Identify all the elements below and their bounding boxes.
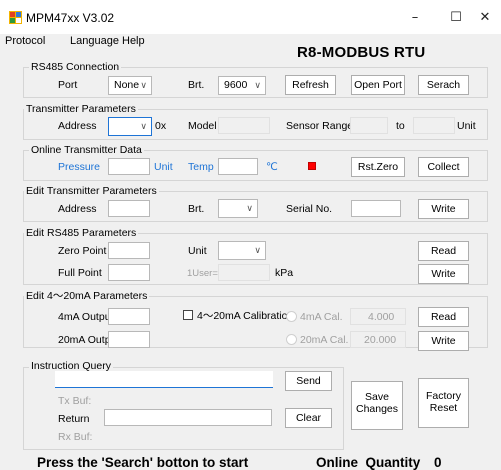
model-label: Model	[188, 120, 217, 132]
search-button[interactable]: Serach	[418, 75, 469, 95]
output-4ma-input[interactable]	[108, 308, 150, 325]
write-4-20ma-button[interactable]: Write	[418, 331, 469, 351]
minimize-button[interactable]: –	[400, 6, 430, 30]
chevron-down-icon: ∨	[254, 245, 261, 255]
read-4-20ma-button[interactable]: Read	[418, 307, 469, 327]
rx-buf-label: Rx Buf:	[58, 431, 93, 443]
address-hex-prefix: 0x	[155, 120, 167, 132]
instruction-input[interactable]	[55, 371, 273, 388]
cal-4ma-value: 4.000	[368, 311, 395, 323]
cal-4ma-label: 4mA Cal.	[300, 311, 343, 323]
kpa-label: kPa	[275, 267, 294, 279]
rs485-connection-label: RS485 Connection	[29, 61, 122, 73]
output-4ma-label: 4mA Output	[58, 311, 114, 323]
menu-help[interactable]: Help	[122, 35, 145, 47]
temp-field	[218, 158, 258, 175]
clear-button[interactable]: Clear	[285, 408, 332, 428]
save-changes-button[interactable]: Save Changes	[351, 381, 403, 430]
edit-address-label: Address	[58, 203, 97, 215]
model-field	[218, 117, 270, 134]
return-label: Return	[58, 413, 90, 425]
full-point-input[interactable]	[108, 264, 150, 281]
address-select[interactable]: ∨	[108, 117, 152, 136]
send-button[interactable]: Send	[285, 371, 332, 391]
edit-brt-select[interactable]: ∨	[218, 199, 258, 218]
cal-4ma-radio[interactable]	[286, 311, 297, 322]
return-field	[104, 409, 272, 426]
close-button[interactable]: ✕	[470, 6, 500, 30]
edit-rs485-label: Edit RS485 Parameters	[24, 227, 139, 239]
rs485-unit-select[interactable]: ∨	[218, 241, 266, 260]
output-20ma-input[interactable]	[108, 331, 150, 348]
address-label: Address	[58, 120, 97, 132]
rst-zero-button[interactable]: Rst.Zero	[351, 157, 405, 177]
port-label: Port	[58, 79, 78, 91]
app-icon	[9, 11, 22, 24]
serial-no-input[interactable]	[351, 200, 401, 217]
cal-20ma-label: 20mA Cal.	[300, 334, 349, 346]
pressure-unit-label: Unit	[154, 161, 173, 173]
baud-label: Brt.	[188, 79, 205, 91]
range-min-field	[350, 117, 388, 134]
edit-4-20ma-label: Edit 4～20mA Parameters	[24, 290, 150, 302]
rs485-unit-label: Unit	[188, 245, 207, 257]
user-ratio-field	[218, 264, 270, 281]
calibration-checkbox[interactable]	[183, 310, 193, 320]
tx-buf-label: Tx Buf:	[58, 395, 92, 407]
write-rs485-button[interactable]: Write	[418, 264, 469, 284]
port-select[interactable]: None ∨	[108, 76, 152, 95]
cal-20ma-radio[interactable]	[286, 334, 297, 345]
open-port-button[interactable]: Open Port	[351, 75, 405, 95]
chevron-down-icon: ∨	[140, 121, 147, 131]
factory-reset-button[interactable]: Factory Reset	[418, 378, 469, 428]
chevron-down-icon: ∨	[246, 203, 253, 213]
range-unit-label: Unit	[457, 120, 476, 132]
collect-button[interactable]: Collect	[418, 157, 469, 177]
temp-label: Temp	[188, 161, 214, 173]
serial-no-label: Serial No.	[286, 203, 333, 215]
window-title: MPM47xx V3.02	[26, 11, 115, 25]
protocol-mode-title: R8-MODBUS RTU	[297, 44, 426, 61]
cal-20ma-value: 20.000	[364, 334, 397, 346]
refresh-button[interactable]: Refresh	[285, 75, 336, 95]
zero-point-input[interactable]	[108, 242, 150, 259]
edit-transmitter-label: Edit Transmitter Parameters	[24, 185, 159, 197]
edit-brt-label: Brt.	[188, 203, 205, 215]
zero-point-label: Zero Point	[58, 245, 107, 257]
chevron-down-icon: ∨	[254, 80, 261, 90]
calibration-label: 4～20mA Calibration	[197, 310, 294, 322]
menu-protocol[interactable]: Protocol	[5, 35, 45, 47]
write-transmitter-button[interactable]: Write	[418, 199, 469, 219]
transmitter-params-label: Transmitter Parameters	[24, 103, 138, 115]
edit-address-input[interactable]	[108, 200, 150, 217]
baud-select[interactable]: 9600 ∨	[218, 76, 266, 95]
menu-language[interactable]: Language	[70, 35, 119, 47]
read-rs485-button[interactable]: Read	[418, 241, 469, 261]
chevron-down-icon: ∨	[140, 80, 147, 90]
pressure-field	[108, 158, 150, 175]
maximize-button[interactable]: ☐	[441, 6, 471, 30]
pressure-label: Pressure	[58, 161, 101, 173]
status-led-indicator	[308, 162, 316, 170]
range-to-label: to	[396, 120, 405, 132]
online-data-label: Online Transmitter Data	[29, 144, 144, 156]
user-ratio-label: 1User=	[187, 268, 218, 279]
full-point-label: Full Point	[58, 267, 102, 279]
sensor-range-label: Sensor Range	[286, 120, 354, 132]
temp-unit-label: ℃	[266, 161, 278, 173]
range-max-field	[413, 117, 455, 134]
